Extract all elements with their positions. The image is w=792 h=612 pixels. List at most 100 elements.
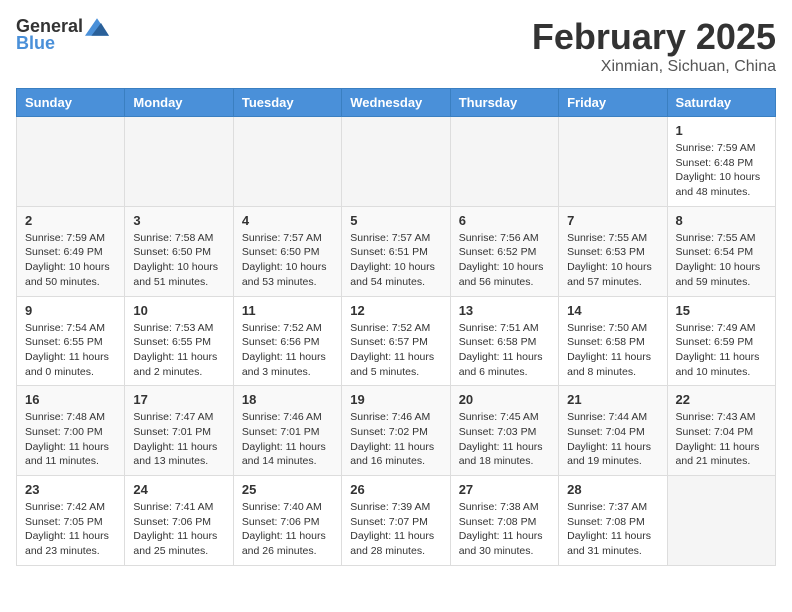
col-header-monday: Monday	[125, 89, 233, 117]
day-number: 15	[676, 303, 767, 318]
day-number: 1	[676, 123, 767, 138]
day-info: Sunrise: 7:55 AMSunset: 6:54 PMDaylight:…	[676, 231, 767, 290]
calendar-cell: 4 Sunrise: 7:57 AMSunset: 6:50 PMDaylight…	[233, 206, 341, 296]
day-number: 16	[25, 392, 116, 407]
calendar-cell: 27 Sunrise: 7:38 AMSunset: 7:08 PMDayligh…	[450, 476, 558, 566]
calendar-week-row: 16 Sunrise: 7:48 AMSunset: 7:00 PMDayligh…	[17, 386, 776, 476]
day-info: Sunrise: 7:40 AMSunset: 7:06 PMDaylight:…	[242, 500, 333, 559]
day-number: 6	[459, 213, 550, 228]
calendar-week-row: 23 Sunrise: 7:42 AMSunset: 7:05 PMDayligh…	[17, 476, 776, 566]
day-number: 26	[350, 482, 441, 497]
calendar-cell: 5 Sunrise: 7:57 AMSunset: 6:51 PMDaylight…	[342, 206, 450, 296]
calendar-cell: 1 Sunrise: 7:59 AMSunset: 6:48 PMDaylight…	[667, 117, 775, 207]
day-number: 13	[459, 303, 550, 318]
day-number: 14	[567, 303, 658, 318]
day-number: 11	[242, 303, 333, 318]
day-number: 24	[133, 482, 224, 497]
calendar-cell: 25 Sunrise: 7:40 AMSunset: 7:06 PMDayligh…	[233, 476, 341, 566]
day-number: 27	[459, 482, 550, 497]
title-area: February 2025 Xinmian, Sichuan, China	[532, 16, 776, 76]
calendar-week-row: 1 Sunrise: 7:59 AMSunset: 6:48 PMDaylight…	[17, 117, 776, 207]
day-info: Sunrise: 7:43 AMSunset: 7:04 PMDaylight:…	[676, 410, 767, 469]
day-info: Sunrise: 7:44 AMSunset: 7:04 PMDaylight:…	[567, 410, 658, 469]
calendar-week-row: 9 Sunrise: 7:54 AMSunset: 6:55 PMDaylight…	[17, 296, 776, 386]
col-header-thursday: Thursday	[450, 89, 558, 117]
calendar-cell: 8 Sunrise: 7:55 AMSunset: 6:54 PMDaylight…	[667, 206, 775, 296]
logo: General Blue	[16, 16, 109, 54]
day-info: Sunrise: 7:49 AMSunset: 6:59 PMDaylight:…	[676, 321, 767, 380]
calendar-cell: 23 Sunrise: 7:42 AMSunset: 7:05 PMDayligh…	[17, 476, 125, 566]
day-info: Sunrise: 7:52 AMSunset: 6:56 PMDaylight:…	[242, 321, 333, 380]
day-number: 18	[242, 392, 333, 407]
day-number: 7	[567, 213, 658, 228]
logo-blue: Blue	[16, 33, 55, 54]
day-info: Sunrise: 7:54 AMSunset: 6:55 PMDaylight:…	[25, 321, 116, 380]
calendar-cell	[450, 117, 558, 207]
header: General Blue February 2025 Xinmian, Sich…	[16, 16, 776, 76]
calendar-cell: 2Sunrise: 7:59 AMSunset: 6:49 PMDaylight…	[17, 206, 125, 296]
logo-icon	[85, 17, 109, 37]
calendar-cell: 9 Sunrise: 7:54 AMSunset: 6:55 PMDaylight…	[17, 296, 125, 386]
col-header-saturday: Saturday	[667, 89, 775, 117]
calendar-cell: 3 Sunrise: 7:58 AMSunset: 6:50 PMDaylight…	[125, 206, 233, 296]
day-info: Sunrise: 7:47 AMSunset: 7:01 PMDaylight:…	[133, 410, 224, 469]
day-info: Sunrise: 7:56 AMSunset: 6:52 PMDaylight:…	[459, 231, 550, 290]
day-number: 3	[133, 213, 224, 228]
day-info: Sunrise: 7:59 AMSunset: 6:48 PMDaylight:…	[676, 141, 767, 200]
day-number: 25	[242, 482, 333, 497]
calendar-table: SundayMondayTuesdayWednesdayThursdayFrid…	[16, 88, 776, 566]
calendar-cell: 21 Sunrise: 7:44 AMSunset: 7:04 PMDayligh…	[559, 386, 667, 476]
day-number: 5	[350, 213, 441, 228]
day-info: Sunrise: 7:46 AMSunset: 7:02 PMDaylight:…	[350, 410, 441, 469]
col-header-friday: Friday	[559, 89, 667, 117]
calendar-cell	[233, 117, 341, 207]
day-info: Sunrise: 7:37 AMSunset: 7:08 PMDaylight:…	[567, 500, 658, 559]
calendar-cell: 10 Sunrise: 7:53 AMSunset: 6:55 PMDayligh…	[125, 296, 233, 386]
calendar-cell: 14 Sunrise: 7:50 AMSunset: 6:58 PMDayligh…	[559, 296, 667, 386]
day-info: Sunrise: 7:39 AMSunset: 7:07 PMDaylight:…	[350, 500, 441, 559]
calendar-cell: 26 Sunrise: 7:39 AMSunset: 7:07 PMDayligh…	[342, 476, 450, 566]
day-info: Sunrise: 7:38 AMSunset: 7:08 PMDaylight:…	[459, 500, 550, 559]
calendar-cell: 13 Sunrise: 7:51 AMSunset: 6:58 PMDayligh…	[450, 296, 558, 386]
day-info: Sunrise: 7:58 AMSunset: 6:50 PMDaylight:…	[133, 231, 224, 290]
col-header-tuesday: Tuesday	[233, 89, 341, 117]
day-number: 8	[676, 213, 767, 228]
day-info: Sunrise: 7:46 AMSunset: 7:01 PMDaylight:…	[242, 410, 333, 469]
day-info: Sunrise: 7:53 AMSunset: 6:55 PMDaylight:…	[133, 321, 224, 380]
calendar-header-row: SundayMondayTuesdayWednesdayThursdayFrid…	[17, 89, 776, 117]
day-info: Sunrise: 7:48 AMSunset: 7:00 PMDaylight:…	[25, 410, 116, 469]
day-number: 17	[133, 392, 224, 407]
calendar-cell: 12 Sunrise: 7:52 AMSunset: 6:57 PMDayligh…	[342, 296, 450, 386]
day-number: 28	[567, 482, 658, 497]
day-info: Sunrise: 7:57 AMSunset: 6:50 PMDaylight:…	[242, 231, 333, 290]
day-number: 4	[242, 213, 333, 228]
day-info: Sunrise: 7:59 AMSunset: 6:49 PMDaylight:…	[25, 231, 116, 290]
day-number: 10	[133, 303, 224, 318]
calendar-cell: 11 Sunrise: 7:52 AMSunset: 6:56 PMDayligh…	[233, 296, 341, 386]
day-info: Sunrise: 7:52 AMSunset: 6:57 PMDaylight:…	[350, 321, 441, 380]
day-number: 21	[567, 392, 658, 407]
col-header-wednesday: Wednesday	[342, 89, 450, 117]
day-number: 12	[350, 303, 441, 318]
calendar-cell: 24 Sunrise: 7:41 AMSunset: 7:06 PMDayligh…	[125, 476, 233, 566]
day-number: 9	[25, 303, 116, 318]
calendar-cell	[17, 117, 125, 207]
day-info: Sunrise: 7:42 AMSunset: 7:05 PMDaylight:…	[25, 500, 116, 559]
location-subtitle: Xinmian, Sichuan, China	[532, 58, 776, 76]
calendar-cell: 6 Sunrise: 7:56 AMSunset: 6:52 PMDaylight…	[450, 206, 558, 296]
calendar-week-row: 2Sunrise: 7:59 AMSunset: 6:49 PMDaylight…	[17, 206, 776, 296]
day-info: Sunrise: 7:41 AMSunset: 7:06 PMDaylight:…	[133, 500, 224, 559]
day-number: 22	[676, 392, 767, 407]
day-info: Sunrise: 7:51 AMSunset: 6:58 PMDaylight:…	[459, 321, 550, 380]
day-number: 23	[25, 482, 116, 497]
calendar-cell: 18 Sunrise: 7:46 AMSunset: 7:01 PMDayligh…	[233, 386, 341, 476]
day-info: Sunrise: 7:50 AMSunset: 6:58 PMDaylight:…	[567, 321, 658, 380]
col-header-sunday: Sunday	[17, 89, 125, 117]
calendar-cell	[125, 117, 233, 207]
month-year-title: February 2025	[532, 16, 776, 58]
day-info: Sunrise: 7:57 AMSunset: 6:51 PMDaylight:…	[350, 231, 441, 290]
calendar-cell: 20Sunrise: 7:45 AMSunset: 7:03 PMDayligh…	[450, 386, 558, 476]
calendar-cell	[342, 117, 450, 207]
day-number: 20	[459, 392, 550, 407]
calendar-cell: 17 Sunrise: 7:47 AMSunset: 7:01 PMDayligh…	[125, 386, 233, 476]
